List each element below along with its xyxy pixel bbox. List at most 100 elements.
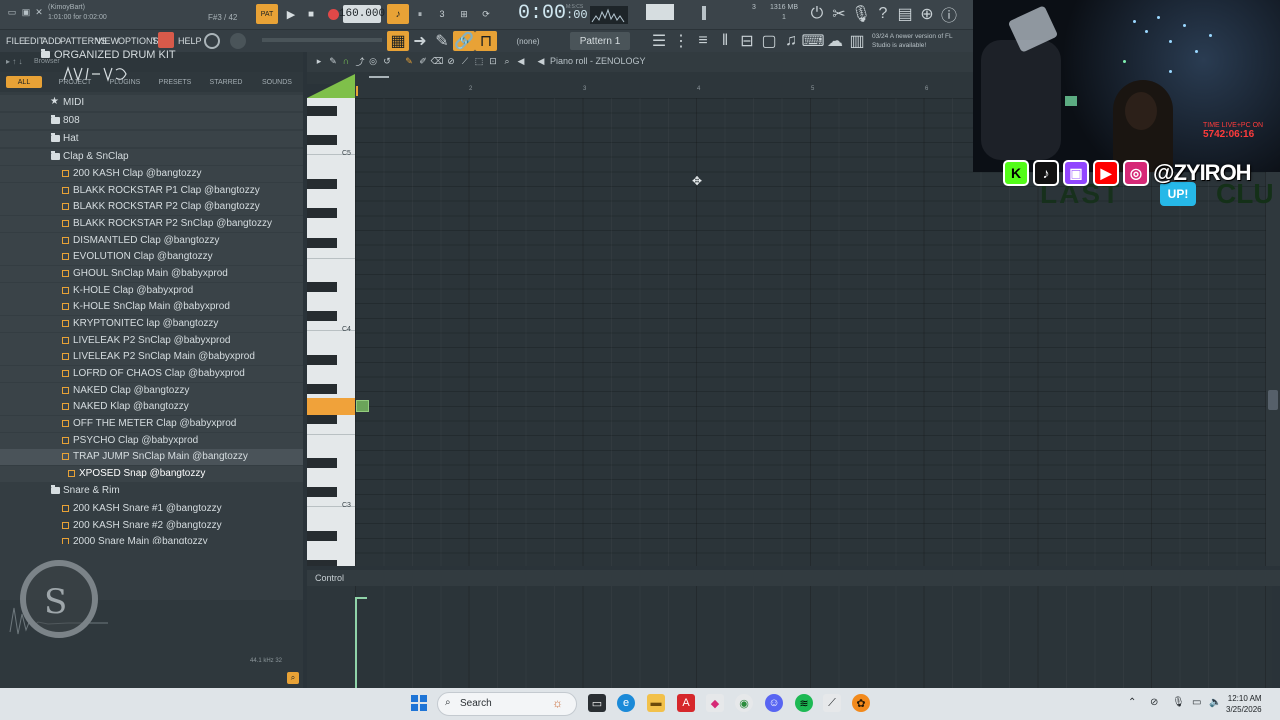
windows-start-icon[interactable] [410,694,428,712]
draw-tool-icon[interactable]: ✎ [404,56,414,66]
metronome-icon[interactable]: ♪ [387,4,409,24]
control-label[interactable]: Control [315,573,344,583]
file-item[interactable]: DISMANTLED Clap @bangtozzy [0,233,303,249]
pattern-song-toggle[interactable]: PAT [256,4,278,24]
file-explorer-icon[interactable]: ▬ [647,694,665,712]
black-key[interactable] [307,384,337,394]
tree-folder-snare[interactable]: Snare & Rim [0,483,303,499]
browser-icon[interactable]: ⊟ [736,31,758,51]
mic-tray-icon[interactable]: 🎙 [1172,697,1185,708]
link-icon[interactable]: 🔗 [453,31,475,51]
black-key[interactable] [307,135,337,145]
countdown-icon[interactable]: 3 [431,4,453,24]
spotify-icon[interactable]: ≋ [795,694,813,712]
file-item[interactable]: NAKED Klap @bangtozzy [0,399,303,415]
black-key[interactable] [307,238,337,248]
mixer-view-icon[interactable]: ▥ [846,31,868,51]
pencil-icon[interactable]: ✎ [431,31,453,51]
piano-roll-icon[interactable]: ⋮ [670,31,692,51]
chrome-icon[interactable]: ◉ [735,694,753,712]
file-item-selected[interactable]: TRAP JUMP SnClap Main @bangtozzy [0,449,303,465]
save-icon[interactable]: ▤ [894,4,916,24]
wait-input-icon[interactable]: ⏸ [409,4,431,24]
magnify-icon[interactable]: ⌕ [502,56,512,66]
file-item[interactable]: LIVELEAK P2 SnClap @babyxprod [0,333,303,349]
file-item[interactable]: LOFRD OF CHAOS Clap @babyxprod [0,366,303,382]
magnet-icon[interactable]: ∩ [341,56,351,66]
mute-tool-icon[interactable]: ⊘ [446,56,456,66]
piano-roll-overview[interactable] [307,72,973,84]
black-key[interactable] [307,355,337,365]
slice-tool-icon[interactable]: ⟋ [460,56,470,66]
file-item[interactable]: K-HOLE Clap @babyxprod [0,283,303,299]
edge-icon[interactable]: e [617,694,635,712]
position-slider[interactable] [262,38,382,42]
file-item[interactable]: XPOSED Snap @bangtozzy [0,466,303,482]
playlist-mode-icon[interactable]: ▦ [387,31,409,51]
file-item[interactable]: 200 KASH Snare #2 @bangtozzy [0,518,303,534]
tree-folder-clap[interactable]: Clap & SnClap [0,149,303,165]
tree-folder-midi[interactable]: ★ MIDI [0,95,303,111]
record-icon[interactable]: ◎ [368,56,378,66]
window-menu-icon[interactable]: ▭ [6,6,18,18]
stop-icon[interactable]: ■ [300,4,322,24]
browser-search-icon[interactable]: ⌕ [287,672,299,684]
file-item[interactable]: K-HOLE SnClap Main @babyxprod [0,299,303,315]
black-key[interactable] [307,414,337,424]
project-icon[interactable]: ▢ [758,31,780,51]
app-icon[interactable]: ◆ [706,694,724,712]
arrow-icon[interactable]: ➜ [409,31,431,51]
playhead-marker[interactable] [356,86,358,96]
tray-chevron-icon[interactable]: ⌃ [1128,697,1136,708]
loop-icon[interactable]: ↺ [382,56,392,66]
taskbar-clock[interactable]: 12:10 AM 3/25/2026 [1226,693,1262,715]
plugin-icon[interactable]: ⊕ [916,4,938,24]
snap-select[interactable]: (none) [508,34,548,48]
file-item[interactable]: OFF THE METER Clap @babyxprod [0,416,303,432]
black-key[interactable] [307,560,337,566]
playlist-icon[interactable]: ☰ [648,31,670,51]
scrollbar-thumb[interactable] [1268,390,1278,410]
delete-tool-icon[interactable]: ⌫ [431,56,444,66]
undo-history-icon[interactable]: ⏻ [806,4,828,24]
black-key[interactable] [307,458,337,468]
velocity-bar[interactable] [355,598,357,688]
file-item[interactable]: BLAKK ROCKSTAR P2 SnClap @bangtozzy [0,216,303,232]
file-item[interactable]: EVOLUTION Clap @bangtozzy [0,249,303,265]
tree-folder-hat[interactable]: Hat [0,131,303,147]
speaker-icon[interactable]: ◀ [516,56,526,66]
cloud-icon[interactable]: ☁ [824,31,846,51]
update-notice[interactable]: 03/24 A newer version of FL Studio is av… [872,32,962,50]
mic-icon[interactable]: 🎙 [850,4,872,24]
control-lane-grid[interactable] [355,586,1272,688]
tools-icon[interactable]: ✂ [828,4,850,24]
info-icon[interactable]: ⓘ [938,4,960,25]
piano-roll-menu-icon[interactable]: ▸ [314,56,324,66]
black-key[interactable] [307,106,337,116]
file-item[interactable]: 200 KASH Snare #1 @bangtozzy [0,501,303,517]
tempo-display[interactable]: 160.000 [339,5,385,23]
acrobat-icon[interactable]: A [677,694,695,712]
black-key[interactable] [307,282,337,292]
file-item[interactable]: GHOUL SnClap Main @babyxprod [0,266,303,282]
file-item[interactable]: LIVELEAK P2 SnClap Main @babyxprod [0,349,303,365]
black-key[interactable] [307,311,337,321]
tools-icon[interactable]: ✎ [328,56,338,66]
discord-icon[interactable]: ☺ [765,694,783,712]
step-edit-icon[interactable]: ⊞ [453,4,475,24]
help-icon[interactable]: ? [872,4,894,24]
note-block[interactable] [356,400,369,412]
overview-handle[interactable] [369,76,389,78]
black-key[interactable] [307,179,337,189]
black-key[interactable] [307,487,337,497]
loop-record-icon[interactable]: ⟳ [475,4,497,24]
black-key[interactable] [307,208,337,218]
plugin-picker-icon[interactable]: ♫ [780,31,802,51]
file-item[interactable]: 200 KASH Clap @bangtozzy [0,166,303,182]
close-icon[interactable]: ✕ [33,6,45,18]
file-item[interactable]: BLAKK ROCKSTAR P2 Clap @bangtozzy [0,199,303,215]
channel-rack-icon[interactable]: ≡ [692,31,714,51]
mixer-icon[interactable]: ‖ [714,31,736,51]
zoom-tool-icon[interactable]: ⊡ [488,56,498,66]
touch-keyboard-icon[interactable]: ⌨ [801,31,824,51]
